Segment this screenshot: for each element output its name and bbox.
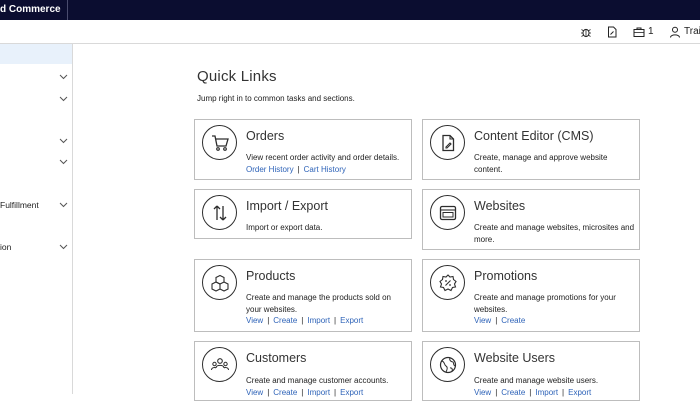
- order-history-link[interactable]: Order History: [246, 165, 294, 174]
- link-separator: |: [267, 316, 270, 325]
- user-icon[interactable]: [669, 26, 681, 38]
- products-create-link[interactable]: Create: [273, 316, 297, 325]
- card-promotions[interactable]: Promotions Create and manage promotions …: [422, 259, 640, 332]
- products-import-link[interactable]: Import: [307, 316, 330, 325]
- chevron-down-icon[interactable]: [59, 138, 68, 144]
- customers-create-link[interactable]: Create: [273, 388, 297, 397]
- products-export-link[interactable]: Export: [340, 316, 363, 325]
- link-separator: |: [334, 388, 337, 397]
- link-separator: |: [562, 388, 565, 397]
- sidebar-item-1[interactable]: [0, 70, 72, 86]
- sidebar: Fulfillment ion: [0, 44, 73, 394]
- link-separator: |: [495, 316, 498, 325]
- card-description: Create and manage website users.: [474, 376, 599, 385]
- card-orders[interactable]: Orders View recent order activity and or…: [194, 119, 412, 180]
- main-content: Quick Links Jump right in to common task…: [74, 44, 700, 401]
- card-description: Create and manage websites, microsites a…: [474, 223, 635, 244]
- sidebar-item-fulfillment[interactable]: Fulfillment: [0, 198, 72, 214]
- cart-history-link[interactable]: Cart History: [304, 165, 346, 174]
- promotions-create-link[interactable]: Create: [501, 316, 525, 325]
- card-products[interactable]: Products Create and manage the products …: [194, 259, 412, 332]
- card-description: View recent order activity and order det…: [246, 153, 400, 162]
- website-users-view-link[interactable]: View: [474, 388, 491, 397]
- chevron-down-icon[interactable]: [59, 244, 68, 250]
- users-icon: [202, 347, 237, 382]
- page-subtitle: Jump right in to common tasks and sectio…: [197, 94, 355, 103]
- import-export-icon: [202, 195, 237, 230]
- card-title[interactable]: Products: [246, 269, 295, 283]
- link-separator: |: [297, 165, 300, 174]
- sidebar-item-label: ion: [0, 242, 12, 252]
- sidebar-item-4[interactable]: [0, 155, 72, 171]
- link-separator: |: [267, 388, 270, 397]
- link-separator: |: [495, 388, 498, 397]
- brand-title[interactable]: d Commerce: [0, 0, 68, 20]
- card-content-editor[interactable]: Content Editor (CMS) Create, manage and …: [422, 119, 640, 180]
- card-description: Import or export data.: [246, 223, 323, 232]
- card-title[interactable]: Orders: [246, 129, 284, 143]
- card-website-users[interactable]: Website Users Create and manage website …: [422, 341, 640, 401]
- card-links: Order History | Cart History: [246, 164, 346, 176]
- briefcase-icon[interactable]: [633, 26, 645, 38]
- cart-icon: [202, 125, 237, 160]
- link-separator: |: [334, 316, 337, 325]
- card-title[interactable]: Websites: [474, 199, 525, 213]
- card-websites[interactable]: Websites Create and manage websites, mic…: [422, 189, 640, 250]
- card-title[interactable]: Website Users: [474, 351, 555, 365]
- website-users-export-link[interactable]: Export: [568, 388, 591, 397]
- card-description: Create and manage customer accounts.: [246, 376, 389, 385]
- card-description: Create and manage promotions for your we…: [474, 293, 616, 314]
- card-links: View | Create | Import | Export: [246, 387, 363, 399]
- sidebar-item-active[interactable]: [0, 44, 72, 64]
- chevron-down-icon[interactable]: [59, 159, 68, 165]
- promotions-view-link[interactable]: View: [474, 316, 491, 325]
- link-separator: |: [529, 388, 532, 397]
- sidebar-item-2[interactable]: [0, 92, 72, 108]
- customers-view-link[interactable]: View: [246, 388, 263, 397]
- bug-icon[interactable]: [580, 26, 592, 38]
- card-import-export[interactable]: Import / Export Import or export data.: [194, 189, 412, 239]
- link-separator: |: [301, 388, 304, 397]
- document-icon[interactable]: [606, 26, 618, 38]
- discount-badge-icon: [430, 265, 465, 300]
- page-title: Quick Links: [197, 68, 277, 85]
- globe-icon: [430, 347, 465, 382]
- card-title[interactable]: Content Editor (CMS): [474, 129, 593, 143]
- card-links: View | Create | Import | Export: [246, 315, 363, 327]
- website-users-create-link[interactable]: Create: [501, 388, 525, 397]
- chevron-down-icon[interactable]: [59, 74, 68, 80]
- card-title[interactable]: Promotions: [474, 269, 537, 283]
- toolbar: 1 Trai: [0, 20, 700, 44]
- card-description: Create, manage and approve website conte…: [474, 153, 608, 174]
- boxes-icon: [202, 265, 237, 300]
- sidebar-item-3[interactable]: [0, 134, 72, 150]
- customers-import-link[interactable]: Import: [307, 388, 330, 397]
- cart-count[interactable]: 1: [648, 25, 654, 39]
- user-menu-label[interactable]: Trai: [684, 25, 700, 39]
- top-bar: d Commerce: [0, 0, 700, 20]
- card-title[interactable]: Import / Export: [246, 199, 328, 213]
- sidebar-item-label: Fulfillment: [0, 200, 39, 210]
- document-edit-icon: [430, 125, 465, 160]
- card-title[interactable]: Customers: [246, 351, 306, 365]
- website-users-import-link[interactable]: Import: [535, 388, 558, 397]
- chevron-down-icon[interactable]: [59, 96, 68, 102]
- card-description: Create and manage the products sold on y…: [246, 293, 391, 314]
- sidebar-item-6[interactable]: ion: [0, 240, 72, 256]
- link-separator: |: [301, 316, 304, 325]
- customers-export-link[interactable]: Export: [340, 388, 363, 397]
- card-links: View | Create | Import | Export: [474, 387, 591, 399]
- card-customers[interactable]: Customers Create and manage customer acc…: [194, 341, 412, 401]
- browser-window-icon: [430, 195, 465, 230]
- products-view-link[interactable]: View: [246, 316, 263, 325]
- card-links: View | Create: [474, 315, 525, 327]
- chevron-down-icon[interactable]: [59, 202, 68, 208]
